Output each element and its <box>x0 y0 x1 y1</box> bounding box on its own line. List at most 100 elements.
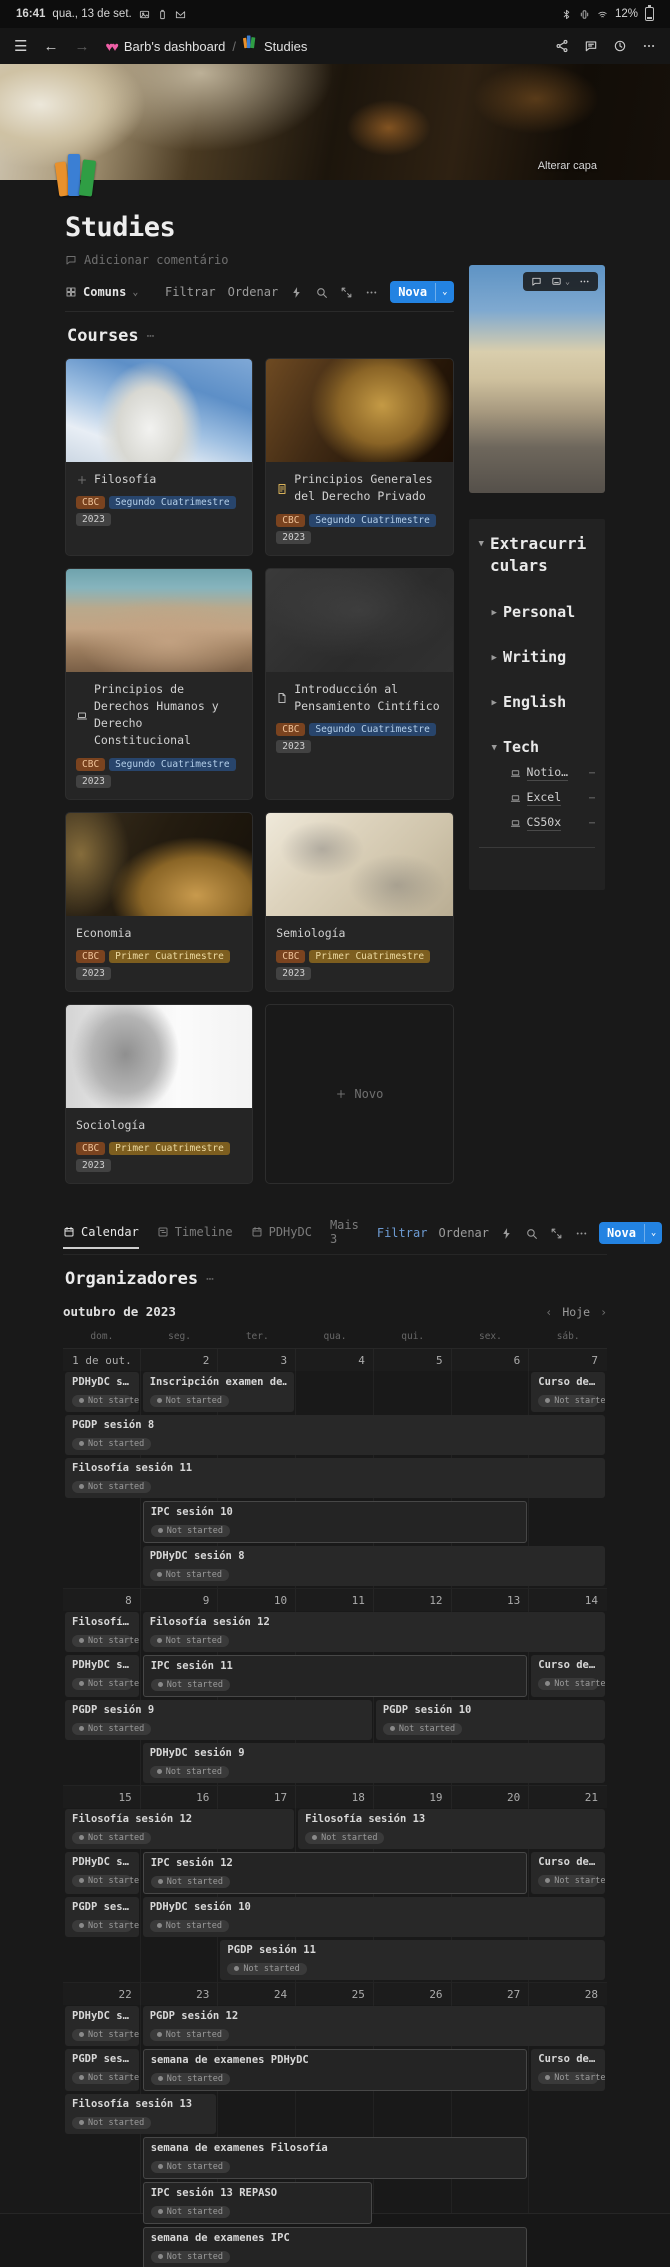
calendar-event[interactable]: Filosofía sesión 12 Not started <box>143 1612 605 1652</box>
calendar-event[interactable]: PDHyDC sesión 8 Not started <box>143 1546 605 1586</box>
calendar-event[interactable]: PGDP sesión 8 Not started <box>65 1415 605 1455</box>
calendar-day-cell[interactable]: 7 <box>529 1354 607 1367</box>
calendar-day-cell[interactable]: 18 <box>296 1791 374 1804</box>
calendar-event[interactable]: semana de examenes IPC Not started <box>143 2227 528 2267</box>
menu-icon[interactable]: ☰ <box>14 37 27 55</box>
calendar-day-cell[interactable]: 5 <box>374 1354 452 1367</box>
calendar-day-cell[interactable]: 17 <box>218 1791 296 1804</box>
calendar-day-cell[interactable]: 4 <box>296 1354 374 1367</box>
calendar-event[interactable]: PGDP sesión 12 Not started <box>143 2006 605 2046</box>
calendar-event[interactable]: PDHyDC s… Not started <box>65 1852 139 1894</box>
toggle-arrow-icon[interactable]: ▶ <box>492 608 497 621</box>
calendar-event[interactable]: PDHyDC s… Not started <box>65 2006 139 2046</box>
history-icon[interactable] <box>613 39 627 53</box>
calendar-event[interactable]: Curso de… Not started <box>531 1655 605 1697</box>
page-icon-books[interactable] <box>55 150 103 196</box>
subpage-more-icon[interactable]: ⋯ <box>589 768 595 779</box>
calendar-event[interactable]: semana de examenes Filosofía Not started <box>143 2137 528 2179</box>
sort-button[interactable]: Ordenar <box>438 1226 489 1240</box>
search-icon[interactable] <box>525 1227 538 1240</box>
tab-timeline[interactable]: Timeline <box>157 1225 233 1247</box>
course-card[interactable]: Principios de Derechos Humanos y Derecho… <box>65 568 253 800</box>
bolt-icon[interactable] <box>500 1227 513 1240</box>
calendar-day-cell[interactable]: 2 <box>141 1354 219 1367</box>
caption-icon[interactable] <box>551 276 562 287</box>
calendar-day-cell[interactable]: 26 <box>374 1988 452 2001</box>
calendar-event[interactable]: PDHyDC s… Not started <box>65 1372 139 1412</box>
side-photo[interactable]: ⌄ <box>469 265 605 493</box>
calendar-event[interactable]: Filosofía sesión 12 Not started <box>65 1809 294 1849</box>
breadcrumb-root[interactable]: Barb's dashboard <box>124 39 226 54</box>
course-card[interactable]: Introducción al Pensamiento Cintífico CB… <box>265 568 453 800</box>
toggle-tech[interactable]: ▼ Tech <box>479 738 595 756</box>
calendar-event[interactable]: Filosofía sesión 13 Not started <box>65 2094 216 2134</box>
filter-button[interactable]: Filtrar <box>165 285 216 299</box>
calendar-event[interactable]: PGDP ses… Not started <box>65 1897 139 1937</box>
calendar-event[interactable]: PGDP sesión 10 Not started <box>376 1700 605 1740</box>
toggle-arrow-icon[interactable]: ▼ <box>492 743 497 756</box>
calendar-event[interactable]: Curso de… Not started <box>531 1372 605 1412</box>
tab-pdhydc[interactable]: PDHyDC <box>251 1225 312 1247</box>
calendar-event[interactable]: IPC sesión 12 Not started <box>143 1852 528 1894</box>
calendar-day-cell[interactable]: 8 <box>63 1594 141 1607</box>
filter-button[interactable]: Filtrar <box>377 1226 428 1240</box>
calendar-event[interactable]: PGDP sesión 9 Not started <box>65 1700 372 1740</box>
next-month-icon[interactable]: › <box>600 1305 607 1319</box>
calendar-day-cell[interactable]: 19 <box>374 1791 452 1804</box>
calendar-event[interactable]: semana de examenes PDHyDC Not started <box>143 2049 528 2091</box>
calendar-day-cell[interactable]: 25 <box>296 1988 374 2001</box>
calendar-event[interactable]: PDHyDC sesión 9 Not started <box>143 1743 605 1783</box>
comment-icon[interactable] <box>531 276 542 287</box>
calendar-event[interactable]: IPC sesión 10 Not started <box>143 1501 528 1543</box>
new-button-chevron-icon[interactable]: ⌄ <box>435 283 453 301</box>
organizer-more-icon[interactable]: ⋯ <box>206 1272 214 1287</box>
calendar-day-cell[interactable]: 14 <box>529 1594 607 1607</box>
calendar-day-cell[interactable]: 1 de out. <box>63 1354 141 1367</box>
dots-icon[interactable] <box>579 276 590 287</box>
sort-button[interactable]: Ordenar <box>228 285 279 299</box>
forward-icon[interactable]: → <box>74 38 89 55</box>
new-button[interactable]: Nova ⌄ <box>390 281 453 303</box>
toggle-arrow-icon[interactable]: ▶ <box>492 653 497 666</box>
calendar-event[interactable]: Filosofía sesión 13 Not started <box>298 1809 605 1849</box>
calendar-event[interactable]: Curso de… Not started <box>531 2049 605 2091</box>
share-icon[interactable] <box>555 39 569 53</box>
calendar-day-cell[interactable]: 13 <box>452 1594 530 1607</box>
breadcrumb-page[interactable]: Studies <box>264 39 307 54</box>
calendar-event[interactable]: IPC sesión 11 Not started <box>143 1655 528 1697</box>
subpage-more-icon[interactable]: ⋯ <box>589 793 595 804</box>
calendar-event[interactable]: Inscripción examen de… Not started <box>143 1372 294 1412</box>
calendar-day-cell[interactable]: 10 <box>218 1594 296 1607</box>
subpage-excel[interactable]: Excel ⋯ <box>510 790 595 806</box>
more-icon[interactable] <box>642 39 656 53</box>
calendar-day-cell[interactable]: 24 <box>218 1988 296 2001</box>
toggle-english[interactable]: ▶ English <box>479 693 595 711</box>
expand-icon[interactable] <box>550 1227 563 1240</box>
new-button-chevron-icon[interactable]: ⌄ <box>644 1224 662 1242</box>
calendar-day-cell[interactable]: 21 <box>529 1791 607 1804</box>
change-cover-button[interactable]: Alterar capa <box>538 160 597 172</box>
course-card[interactable]: Economia CBCPrimer Cuatrimestre2023 <box>65 812 253 992</box>
course-card[interactable]: Semiología CBCPrimer Cuatrimestre2023 <box>265 812 453 992</box>
subpage-more-icon[interactable]: ⋯ <box>589 818 595 829</box>
calendar-day-cell[interactable]: 15 <box>63 1791 141 1804</box>
calendar-event[interactable]: Filosofí… Not started <box>65 1612 139 1652</box>
calendar-day-cell[interactable]: 23 <box>141 1988 219 2001</box>
calendar-day-cell[interactable]: 11 <box>296 1594 374 1607</box>
tab-mais-3[interactable]: Mais 3 <box>330 1218 359 1254</box>
calendar-day-cell[interactable]: 22 <box>63 1988 141 2001</box>
calendar-day-cell[interactable]: 9 <box>141 1594 219 1607</box>
calendar-event[interactable]: PGDP ses… Not started <box>65 2049 139 2091</box>
comments-icon[interactable] <box>584 39 598 53</box>
search-icon[interactable] <box>315 286 328 299</box>
calendar-event[interactable]: PDHyDC s… Not started <box>65 1655 139 1697</box>
course-card[interactable]: Filosofía CBCSegundo Cuatrimestre2023 <box>65 358 253 556</box>
calendar-event[interactable]: Filosofía sesión 11 Not started <box>65 1458 605 1498</box>
calendar-event[interactable]: PDHyDC sesión 10 Not started <box>143 1897 605 1937</box>
subpage-cs50x[interactable]: CS50x ⋯ <box>510 815 595 831</box>
new-button[interactable]: Nova ⌄ <box>599 1222 662 1244</box>
calendar-day-cell[interactable]: 28 <box>529 1988 607 2001</box>
dots-icon[interactable] <box>575 1227 588 1240</box>
toggle-extracurriculars[interactable]: ▼ Extracurriculars <box>479 533 595 576</box>
calendar-event[interactable]: IPC sesión 13 REPASO Not started <box>143 2182 372 2224</box>
